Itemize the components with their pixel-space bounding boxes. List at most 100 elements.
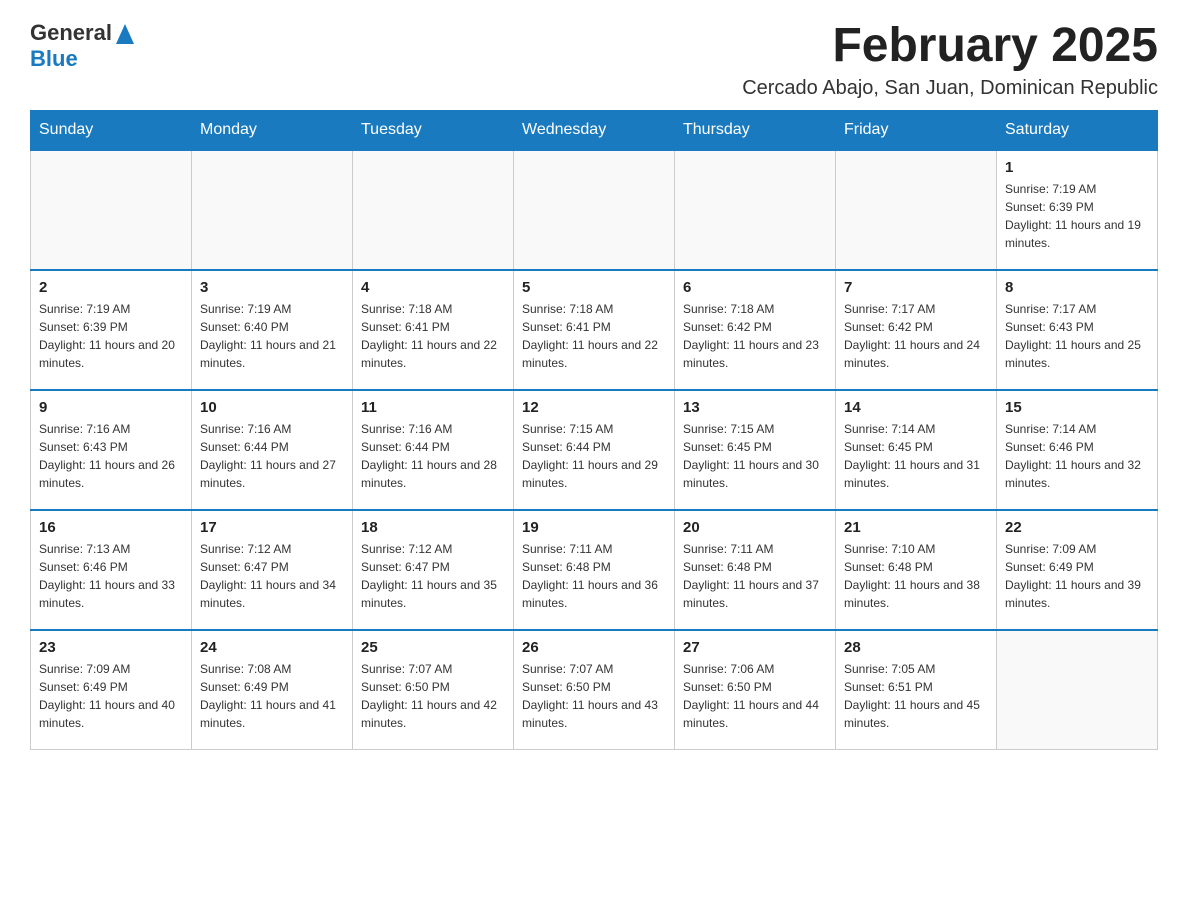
day-number: 7 [844,279,988,296]
day-info: Sunrise: 7:16 AMSunset: 6:44 PMDaylight:… [361,420,505,492]
calendar-cell: 2Sunrise: 7:19 AMSunset: 6:39 PMDaylight… [31,270,192,390]
day-info: Sunrise: 7:15 AMSunset: 6:44 PMDaylight:… [522,420,666,492]
calendar-cell: 12 Sunrise: 7:15 AMSunset: 6:44 PMDayligh… [514,390,675,510]
day-number: 5 [522,279,666,296]
day-info: Sunrise: 7:18 AMSunset: 6:42 PMDaylight:… [683,300,827,372]
day-number: 8 [1005,279,1149,296]
day-number: 15 [1005,399,1149,416]
calendar-cell [31,150,192,270]
page-header: General Blue February 2025 Cercado Abajo… [30,20,1158,100]
day-number: 24 [200,639,344,656]
calendar-cell: 1 Sunrise: 7:19 AMSunset: 6:39 PMDaylight… [997,150,1158,270]
calendar-cell: 14 Sunrise: 7:14 AMSunset: 6:45 PMDayligh… [836,390,997,510]
calendar-cell [836,150,997,270]
calendar-cell: 25Sunrise: 7:07 AMSunset: 6:50 PMDayligh… [353,630,514,750]
calendar-cell: 15 Sunrise: 7:14 AMSunset: 6:46 PMDayligh… [997,390,1158,510]
calendar-cell: 21 Sunrise: 7:10 AMSunset: 6:48 PMDayligh… [836,510,997,630]
calendar-week-4: 16 Sunrise: 7:13 AMSunset: 6:46 PMDayligh… [31,510,1158,630]
day-info: Sunrise: 7:07 AMSunset: 6:50 PMDaylight:… [522,660,666,732]
day-info: Sunrise: 7:09 AMSunset: 6:49 PMDaylight:… [1005,540,1149,612]
calendar-cell: 13Sunrise: 7:15 AMSunset: 6:45 PMDayligh… [675,390,836,510]
day-info: Sunrise: 7:15 AMSunset: 6:45 PMDaylight:… [683,420,827,492]
day-number: 28 [844,639,988,656]
calendar-cell: 22Sunrise: 7:09 AMSunset: 6:49 PMDayligh… [997,510,1158,630]
title-area: February 2025 Cercado Abajo, San Juan, D… [742,20,1158,100]
calendar-cell [675,150,836,270]
day-info: Sunrise: 7:14 AMSunset: 6:45 PMDaylight:… [844,420,988,492]
day-info: Sunrise: 7:13 AMSunset: 6:46 PMDaylight:… [39,540,183,612]
day-number: 27 [683,639,827,656]
day-number: 18 [361,519,505,536]
weekday-header-tuesday: Tuesday [353,110,514,150]
calendar-cell: 3Sunrise: 7:19 AMSunset: 6:40 PMDaylight… [192,270,353,390]
day-number: 14 [844,399,988,416]
calendar-cell: 18 Sunrise: 7:12 AMSunset: 6:47 PMDayligh… [353,510,514,630]
calendar-cell: 16 Sunrise: 7:13 AMSunset: 6:46 PMDayligh… [31,510,192,630]
day-number: 20 [683,519,827,536]
day-number: 17 [200,519,344,536]
calendar-cell: 17Sunrise: 7:12 AMSunset: 6:47 PMDayligh… [192,510,353,630]
weekday-header-friday: Friday [836,110,997,150]
calendar-cell: 7 Sunrise: 7:17 AMSunset: 6:42 PMDaylight… [836,270,997,390]
location-title: Cercado Abajo, San Juan, Dominican Repub… [742,77,1158,100]
day-number: 1 [1005,159,1149,176]
calendar-cell [997,630,1158,750]
day-number: 2 [39,279,183,296]
day-info: Sunrise: 7:16 AMSunset: 6:44 PMDaylight:… [200,420,344,492]
logo-text-general: General [30,20,112,46]
calendar-cell: 26 Sunrise: 7:07 AMSunset: 6:50 PMDayligh… [514,630,675,750]
calendar-cell: 11 Sunrise: 7:16 AMSunset: 6:44 PMDayligh… [353,390,514,510]
weekday-header-thursday: Thursday [675,110,836,150]
calendar-week-2: 2Sunrise: 7:19 AMSunset: 6:39 PMDaylight… [31,270,1158,390]
calendar-cell: 4 Sunrise: 7:18 AMSunset: 6:41 PMDaylight… [353,270,514,390]
day-info: Sunrise: 7:11 AMSunset: 6:48 PMDaylight:… [683,540,827,612]
calendar-week-3: 9Sunrise: 7:16 AMSunset: 6:43 PMDaylight… [31,390,1158,510]
day-number: 23 [39,639,183,656]
weekday-header-saturday: Saturday [997,110,1158,150]
calendar-week-5: 23 Sunrise: 7:09 AMSunset: 6:49 PMDayligh… [31,630,1158,750]
day-info: Sunrise: 7:06 AMSunset: 6:50 PMDaylight:… [683,660,827,732]
day-number: 21 [844,519,988,536]
calendar-week-1: 1 Sunrise: 7:19 AMSunset: 6:39 PMDaylight… [31,150,1158,270]
day-info: Sunrise: 7:05 AMSunset: 6:51 PMDaylight:… [844,660,988,732]
day-info: Sunrise: 7:11 AMSunset: 6:48 PMDaylight:… [522,540,666,612]
calendar-table: SundayMondayTuesdayWednesdayThursdayFrid… [30,110,1158,751]
day-number: 10 [200,399,344,416]
weekday-header-wednesday: Wednesday [514,110,675,150]
day-number: 11 [361,399,505,416]
day-number: 26 [522,639,666,656]
calendar-cell: 28 Sunrise: 7:05 AMSunset: 6:51 PMDayligh… [836,630,997,750]
day-info: Sunrise: 7:19 AMSunset: 6:40 PMDaylight:… [200,300,344,372]
day-info: Sunrise: 7:12 AMSunset: 6:47 PMDaylight:… [361,540,505,612]
calendar-cell: 9Sunrise: 7:16 AMSunset: 6:43 PMDaylight… [31,390,192,510]
calendar-cell: 10 Sunrise: 7:16 AMSunset: 6:44 PMDayligh… [192,390,353,510]
day-info: Sunrise: 7:17 AMSunset: 6:43 PMDaylight:… [1005,300,1149,372]
day-info: Sunrise: 7:18 AMSunset: 6:41 PMDaylight:… [361,300,505,372]
day-info: Sunrise: 7:16 AMSunset: 6:43 PMDaylight:… [39,420,183,492]
weekday-header-sunday: Sunday [31,110,192,150]
calendar-cell: 20 Sunrise: 7:11 AMSunset: 6:48 PMDayligh… [675,510,836,630]
calendar-cell: 19 Sunrise: 7:11 AMSunset: 6:48 PMDayligh… [514,510,675,630]
calendar-cell: 5 Sunrise: 7:18 AMSunset: 6:41 PMDaylight… [514,270,675,390]
day-number: 16 [39,519,183,536]
weekday-header-monday: Monday [192,110,353,150]
logo-triangle-icon [116,22,134,44]
day-number: 19 [522,519,666,536]
day-info: Sunrise: 7:09 AMSunset: 6:49 PMDaylight:… [39,660,183,732]
day-info: Sunrise: 7:14 AMSunset: 6:46 PMDaylight:… [1005,420,1149,492]
day-number: 4 [361,279,505,296]
day-info: Sunrise: 7:17 AMSunset: 6:42 PMDaylight:… [844,300,988,372]
day-info: Sunrise: 7:19 AMSunset: 6:39 PMDaylight:… [1005,180,1149,252]
calendar-cell: 24Sunrise: 7:08 AMSunset: 6:49 PMDayligh… [192,630,353,750]
calendar-cell [514,150,675,270]
weekday-header-row: SundayMondayTuesdayWednesdayThursdayFrid… [31,110,1158,150]
day-number: 25 [361,639,505,656]
day-number: 6 [683,279,827,296]
day-info: Sunrise: 7:18 AMSunset: 6:41 PMDaylight:… [522,300,666,372]
calendar-cell: 8 Sunrise: 7:17 AMSunset: 6:43 PMDaylight… [997,270,1158,390]
calendar-cell: 27 Sunrise: 7:06 AMSunset: 6:50 PMDayligh… [675,630,836,750]
calendar-cell [192,150,353,270]
month-title: February 2025 [742,20,1158,73]
day-number: 12 [522,399,666,416]
day-info: Sunrise: 7:10 AMSunset: 6:48 PMDaylight:… [844,540,988,612]
